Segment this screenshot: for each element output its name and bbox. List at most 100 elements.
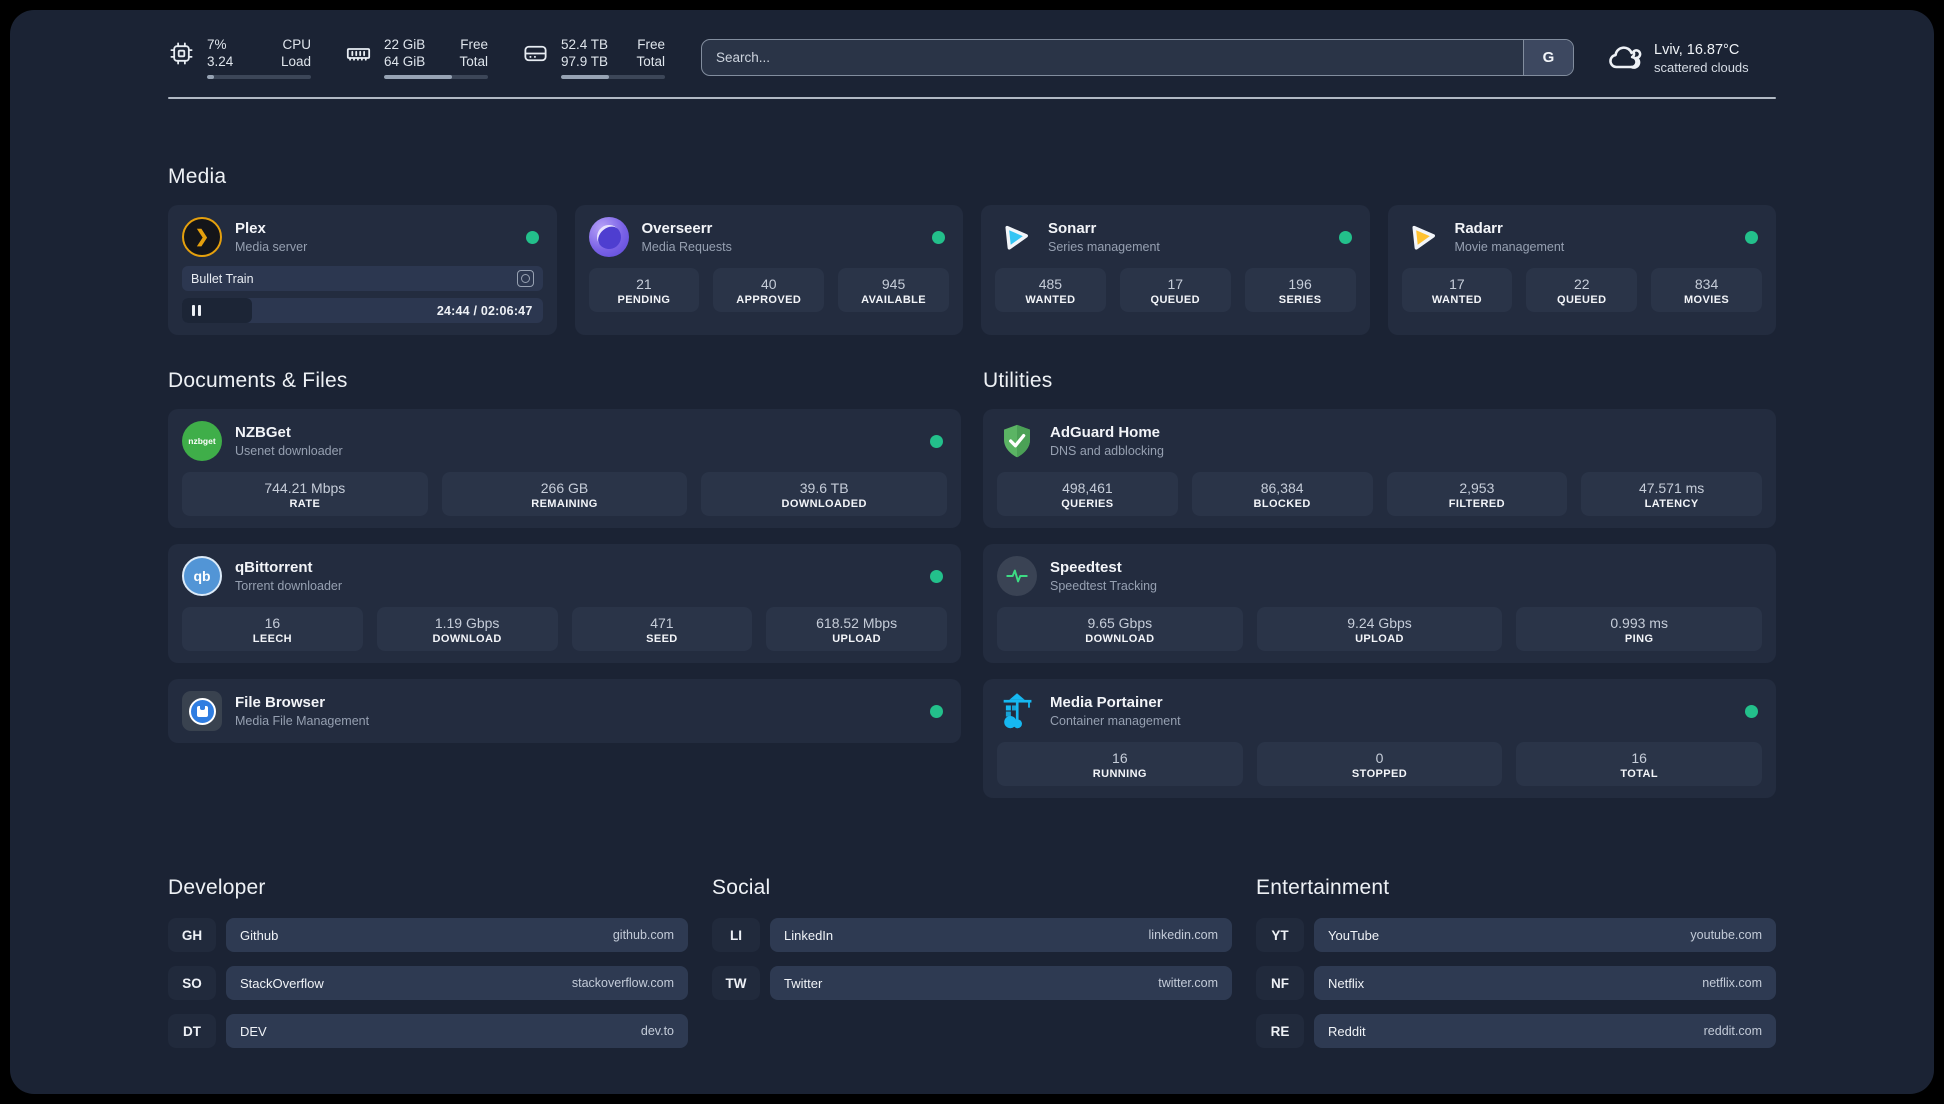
top-bar: 7% CPU 3.24 Load 22 GiB Free 64 GiB Total <box>168 36 1776 79</box>
service-name: Speedtest <box>1050 559 1122 576</box>
service-name: Media Portainer <box>1050 694 1163 711</box>
search-bar: G <box>701 39 1574 76</box>
service-card-adguard[interactable]: AdGuard Home DNS and adblocking 498,461 Q… <box>983 409 1776 528</box>
link-twitter[interactable]: TW Twitter twitter.com <box>712 966 1232 1000</box>
radarr-icon <box>1402 217 1442 257</box>
stat-queued: 22 QUEUED <box>1526 268 1638 312</box>
service-name: AdGuard Home <box>1050 424 1161 441</box>
cpu-label: CPU <box>282 37 311 52</box>
dashboard-page: 7% CPU 3.24 Load 22 GiB Free 64 GiB Total <box>10 10 1934 1094</box>
cpu-load-value: 3.24 <box>207 54 234 69</box>
social-links-section: Social LI LinkedIn linkedin.com TW Twitte… <box>712 876 1232 1062</box>
stat-ping: 0.993 ms PING <box>1516 607 1762 651</box>
service-subtitle: Media Requests <box>641 240 732 254</box>
service-subtitle: Torrent downloader <box>235 579 343 593</box>
status-online-dot <box>525 230 539 244</box>
stat-queued: 17 QUEUED <box>1119 268 1231 312</box>
documents-section: Documents & Files nzbget NZBGet Usenet d… <box>168 369 961 814</box>
disk-total-label: Total <box>636 54 665 69</box>
stat-total: 16 TOTAL <box>1516 742 1762 786</box>
disk-stat: 52.4 TB Free 97.9 TB Total <box>522 36 665 79</box>
disk-free-value: 52.4 TB <box>561 37 609 52</box>
stat-available: 945 AVAILABLE <box>838 268 949 312</box>
stat-download: 1.19 Gbps DOWNLOAD <box>376 607 558 651</box>
status-online-dot <box>930 434 943 448</box>
service-name: Plex <box>235 220 266 237</box>
stat-queries: 498,461 QUERIES <box>997 472 1178 516</box>
cpu-progress-bar <box>207 75 311 79</box>
link-netflix[interactable]: NF Netflix netflix.com <box>1256 966 1776 1000</box>
service-subtitle: Container management <box>1050 714 1181 728</box>
stat-remaining: 266 GB REMAINING <box>441 472 688 516</box>
service-card-radarr[interactable]: Radarr Movie management 17 WANTED 22 QUEUE… <box>1387 205 1776 335</box>
filebrowser-icon <box>182 691 222 731</box>
status-online-dot <box>1745 230 1758 244</box>
disk-icon <box>524 45 547 62</box>
media-section: ❯ Plex Media server Bullet Train 24:44 / <box>168 205 1776 335</box>
pause-icon[interactable] <box>192 305 201 316</box>
cpu-value: 7% <box>207 37 227 52</box>
google-search-button[interactable]: G <box>1523 40 1573 75</box>
now-playing-row: Bullet Train <box>182 266 543 291</box>
ram-stat: 22 GiB Free 64 GiB Total <box>345 36 488 79</box>
system-stats: 7% CPU 3.24 Load 22 GiB Free 64 GiB Total <box>168 36 665 79</box>
disk-total-value: 97.9 TB <box>561 54 609 69</box>
playback-progress-bar[interactable]: 24:44 / 02:06:47 <box>182 298 543 323</box>
speedtest-icon <box>997 556 1037 596</box>
service-card-speedtest[interactable]: Speedtest Speedtest Tracking 9.65 Gbps DO… <box>983 544 1776 663</box>
ram-icon <box>346 48 371 61</box>
stat-series: 196 SERIES <box>1244 268 1356 312</box>
disk-free-label: Free <box>637 37 665 52</box>
plex-icon: ❯ <box>182 217 222 257</box>
service-subtitle: Speedtest Tracking <box>1050 579 1158 593</box>
service-card-qbittorrent[interactable]: qb qBittorrent Torrent downloader 16 LEEC… <box>168 544 961 663</box>
link-reddit[interactable]: RE Reddit reddit.com <box>1256 1014 1776 1048</box>
playback-time: 24:44 / 02:06:47 <box>436 303 533 318</box>
ram-free-label: Free <box>460 37 488 52</box>
sonarr-icon <box>995 217 1035 257</box>
service-subtitle: Usenet downloader <box>235 444 343 458</box>
stat-pending: 21 PENDING <box>588 268 700 312</box>
service-card-overseerr[interactable]: Overseerr Media Requests 21 PENDING 40 APP… <box>574 205 963 335</box>
cpu-stat: 7% CPU 3.24 Load <box>168 36 311 79</box>
link-youtube[interactable]: YT YouTube youtube.com <box>1256 918 1776 952</box>
link-abbr: TW <box>712 966 760 1000</box>
stat-running: 16 RUNNING <box>997 742 1243 786</box>
cloud-icon <box>1609 45 1642 69</box>
service-card-filebrowser[interactable]: File Browser Media File Management <box>168 679 961 743</box>
link-linkedin[interactable]: LI LinkedIn linkedin.com <box>712 918 1232 952</box>
service-name: NZBGet <box>235 424 291 441</box>
ram-total-label: Total <box>459 54 488 69</box>
service-card-sonarr[interactable]: Sonarr Series management 485 WANTED 17 QUE… <box>981 205 1370 335</box>
session-icon[interactable] <box>516 270 534 287</box>
weather-location: Lviv, 16.87°C <box>1654 41 1740 58</box>
status-online-dot <box>930 569 943 583</box>
stat-download: 9.65 Gbps DOWNLOAD <box>997 607 1243 651</box>
service-subtitle: Series management <box>1048 240 1160 254</box>
nzbget-icon: nzbget <box>182 421 222 461</box>
service-card-nzbget[interactable]: nzbget NZBGet Usenet downloader 744.21 M… <box>168 409 961 528</box>
header-divider <box>168 97 1776 99</box>
service-card-portainer[interactable]: Media Portainer Container management 16 R… <box>983 679 1776 798</box>
utilities-section: Utilities AdGuard Home DNS and adblockin… <box>983 369 1776 814</box>
link-dev[interactable]: DT DEV dev.to <box>168 1014 688 1048</box>
section-title-entertainment: Entertainment <box>1256 876 1390 899</box>
search-input[interactable] <box>702 40 1523 75</box>
service-name: File Browser <box>235 694 326 711</box>
service-name: qBittorrent <box>235 559 313 576</box>
stat-latency: 47.571 ms LATENCY <box>1581 472 1762 516</box>
weather-widget: Lviv, 16.87°C scattered clouds <box>1606 40 1776 76</box>
stat-wanted: 485 WANTED <box>995 268 1106 312</box>
section-title-media: Media <box>168 165 227 188</box>
stat-blocked: 86,384 BLOCKED <box>1191 472 1373 516</box>
link-github[interactable]: GH Github github.com <box>168 918 688 952</box>
link-stackoverflow[interactable]: SO StackOverflow stackoverflow.com <box>168 966 688 1000</box>
status-online-dot <box>930 704 943 718</box>
section-title-developer: Developer <box>168 876 266 899</box>
section-title-social: Social <box>712 876 771 899</box>
stat-filtered: 2,953 FILTERED <box>1386 472 1568 516</box>
service-card-plex[interactable]: ❯ Plex Media server Bullet Train 24:44 / <box>168 205 557 335</box>
link-abbr: NF <box>1256 966 1304 1000</box>
service-subtitle: DNS and adblocking <box>1050 444 1164 458</box>
service-subtitle: Media File Management <box>235 714 370 728</box>
